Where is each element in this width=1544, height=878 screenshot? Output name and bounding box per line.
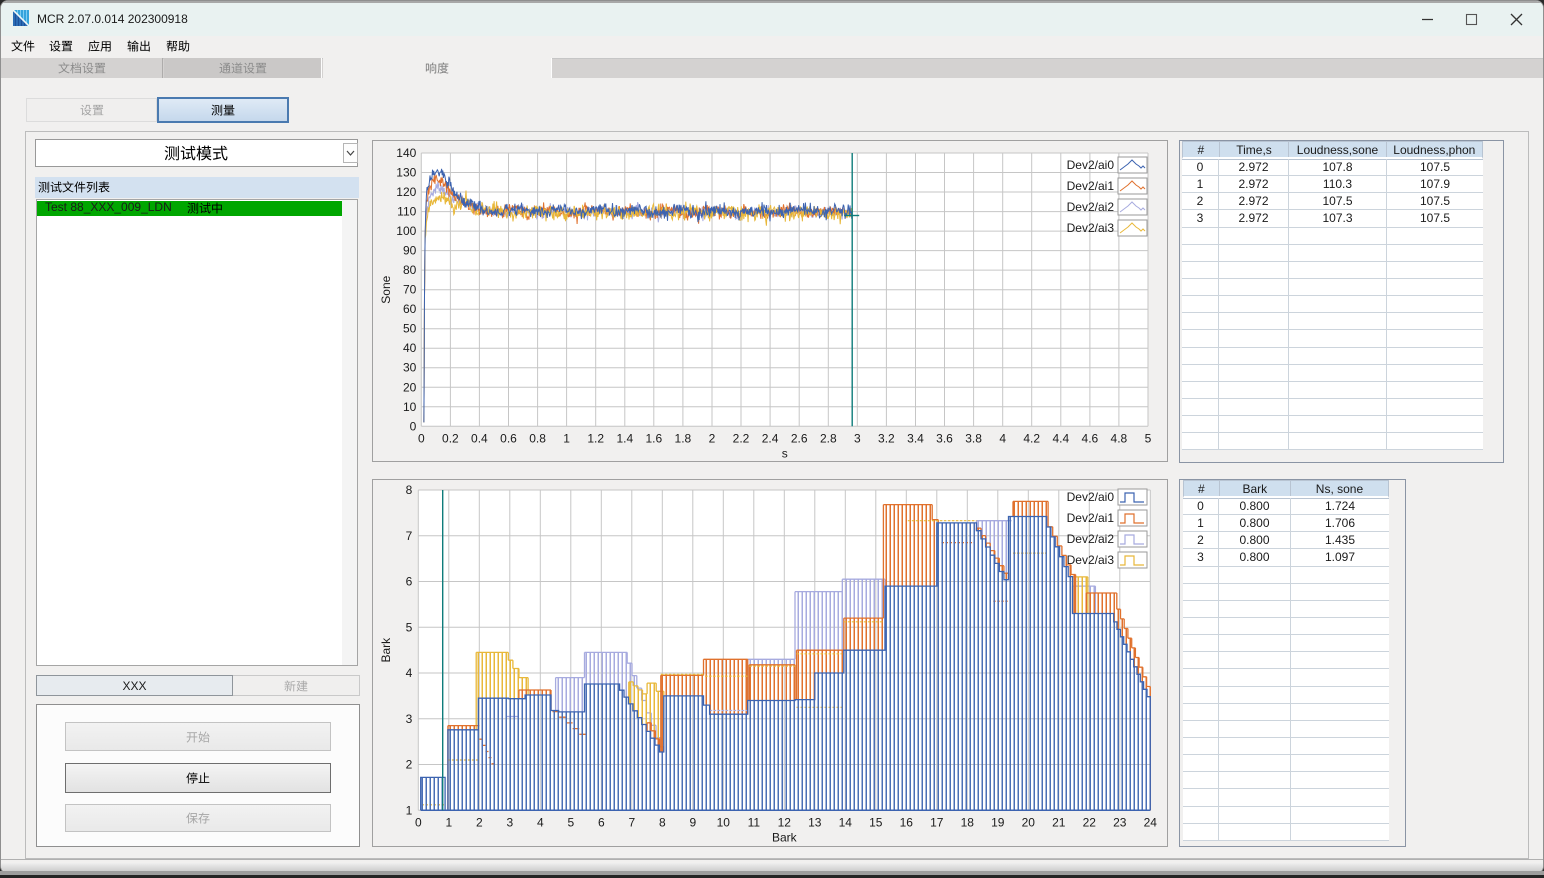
svg-text:14: 14 — [839, 815, 853, 829]
svg-text:90: 90 — [403, 244, 417, 258]
svg-text:12: 12 — [778, 815, 792, 829]
svg-text:4.4: 4.4 — [1052, 431, 1069, 445]
svg-text:19: 19 — [991, 815, 1005, 829]
svg-text:Dev2/ai0: Dev2/ai0 — [1067, 490, 1115, 504]
svg-text:2.4: 2.4 — [762, 431, 779, 445]
svg-text:4.2: 4.2 — [1023, 431, 1040, 445]
svg-text:2.6: 2.6 — [791, 431, 808, 445]
svg-text:9: 9 — [689, 815, 696, 829]
svg-text:7: 7 — [628, 815, 635, 829]
svg-text:4: 4 — [537, 815, 544, 829]
svg-text:21: 21 — [1052, 815, 1066, 829]
svg-text:17: 17 — [930, 815, 944, 829]
svg-text:5: 5 — [1145, 431, 1152, 445]
svg-text:0.2: 0.2 — [442, 431, 459, 445]
svg-text:Bark: Bark — [772, 830, 798, 844]
svg-text:3.2: 3.2 — [878, 431, 895, 445]
svg-text:13: 13 — [808, 815, 822, 829]
svg-text:0: 0 — [415, 815, 422, 829]
svg-text:60: 60 — [403, 302, 417, 316]
svg-text:6: 6 — [598, 815, 605, 829]
svg-text:1.4: 1.4 — [616, 431, 633, 445]
svg-text:3.6: 3.6 — [936, 431, 953, 445]
svg-text:5: 5 — [567, 815, 574, 829]
svg-text:4: 4 — [406, 666, 413, 680]
svg-text:0.6: 0.6 — [500, 431, 517, 445]
svg-text:18: 18 — [961, 815, 975, 829]
svg-text:3: 3 — [406, 712, 413, 726]
svg-text:110: 110 — [397, 205, 416, 219]
svg-text:3.4: 3.4 — [907, 431, 924, 445]
svg-text:50: 50 — [403, 322, 417, 336]
svg-text:4.6: 4.6 — [1082, 431, 1099, 445]
svg-text:4.8: 4.8 — [1111, 431, 1128, 445]
svg-text:Bark: Bark — [379, 637, 393, 663]
svg-text:3: 3 — [506, 815, 513, 829]
svg-text:3.8: 3.8 — [965, 431, 982, 445]
svg-text:100: 100 — [396, 224, 416, 238]
svg-text:1: 1 — [406, 803, 413, 817]
svg-text:40: 40 — [403, 341, 417, 355]
svg-text:24: 24 — [1144, 815, 1158, 829]
svg-text:0.4: 0.4 — [471, 431, 488, 445]
svg-text:4: 4 — [999, 431, 1006, 445]
svg-text:0: 0 — [418, 431, 425, 445]
svg-text:140: 140 — [396, 146, 416, 160]
svg-text:0: 0 — [410, 419, 417, 433]
svg-text:Sone: Sone — [379, 275, 393, 303]
svg-text:Dev2/ai3: Dev2/ai3 — [1067, 221, 1115, 235]
svg-text:23: 23 — [1113, 815, 1127, 829]
svg-text:1.6: 1.6 — [645, 431, 662, 445]
svg-text:7: 7 — [406, 529, 413, 543]
svg-text:6: 6 — [406, 575, 413, 589]
svg-text:2.2: 2.2 — [733, 431, 750, 445]
svg-text:3: 3 — [854, 431, 861, 445]
svg-text:s: s — [782, 446, 788, 460]
svg-text:1.2: 1.2 — [587, 431, 604, 445]
svg-text:5: 5 — [406, 620, 413, 634]
svg-text:11: 11 — [748, 815, 761, 829]
svg-text:2: 2 — [476, 815, 483, 829]
svg-text:15: 15 — [869, 815, 883, 829]
svg-text:2.8: 2.8 — [820, 431, 837, 445]
svg-text:Dev2/ai1: Dev2/ai1 — [1067, 179, 1115, 193]
svg-text:10: 10 — [403, 400, 417, 414]
svg-text:2: 2 — [709, 431, 716, 445]
svg-text:Dev2/ai1: Dev2/ai1 — [1067, 511, 1115, 525]
svg-text:30: 30 — [403, 361, 417, 375]
svg-text:2: 2 — [406, 758, 413, 772]
svg-text:Dev2/ai2: Dev2/ai2 — [1067, 532, 1115, 546]
svg-text:16: 16 — [900, 815, 914, 829]
svg-text:1: 1 — [445, 815, 452, 829]
svg-text:70: 70 — [403, 283, 417, 297]
svg-text:10: 10 — [717, 815, 731, 829]
svg-text:20: 20 — [1022, 815, 1036, 829]
svg-text:Dev2/ai2: Dev2/ai2 — [1067, 200, 1115, 214]
svg-text:1: 1 — [563, 431, 570, 445]
svg-text:22: 22 — [1083, 815, 1097, 829]
svg-text:Dev2/ai0: Dev2/ai0 — [1067, 158, 1115, 172]
svg-text:1.8: 1.8 — [675, 431, 692, 445]
svg-text:20: 20 — [403, 380, 417, 394]
svg-text:120: 120 — [396, 185, 416, 199]
svg-text:130: 130 — [396, 166, 416, 180]
svg-text:80: 80 — [403, 263, 417, 277]
svg-text:8: 8 — [406, 483, 413, 497]
svg-text:0.8: 0.8 — [529, 431, 546, 445]
svg-text:8: 8 — [659, 815, 666, 829]
svg-text:Dev2/ai3: Dev2/ai3 — [1067, 553, 1115, 567]
